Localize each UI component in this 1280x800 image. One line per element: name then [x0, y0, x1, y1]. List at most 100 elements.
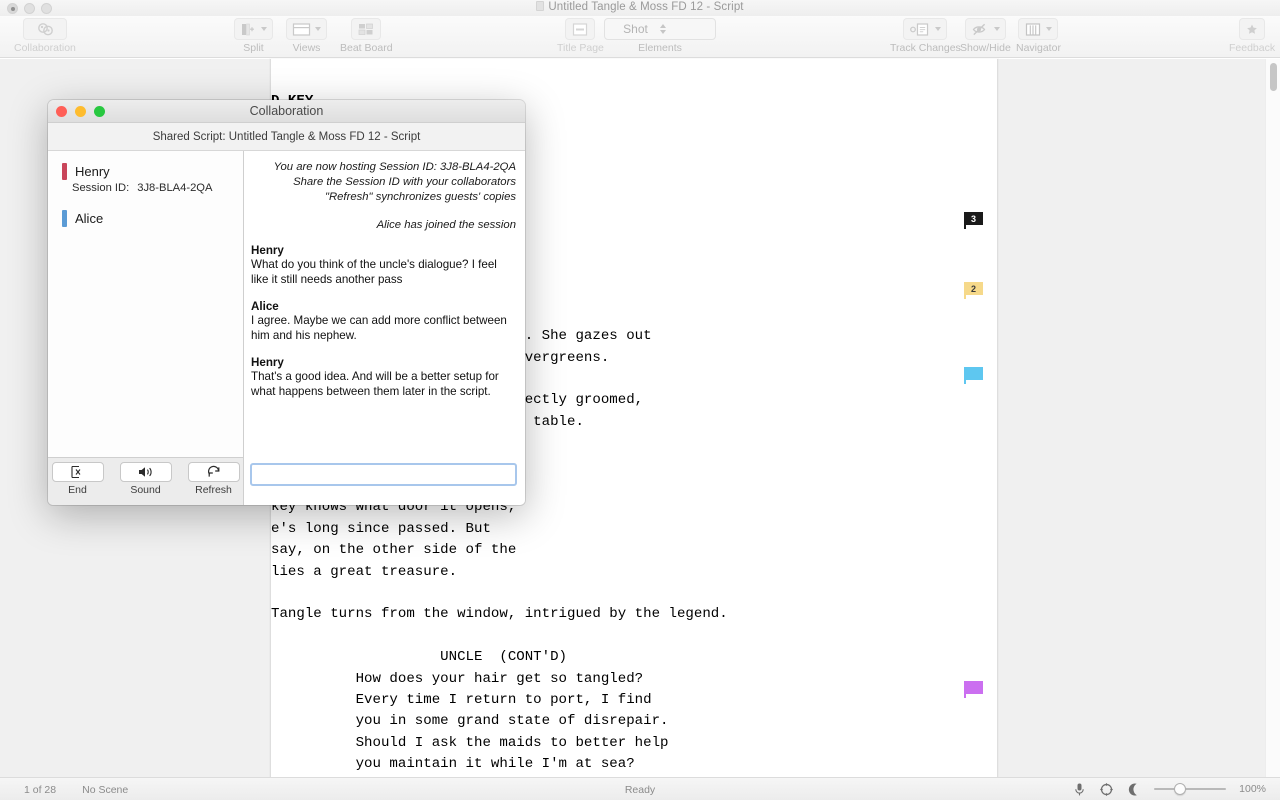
dialog-minimize-button[interactable]	[75, 106, 86, 117]
microphone-icon[interactable]	[1073, 782, 1086, 797]
note-flag-3[interactable]: 3	[964, 212, 983, 225]
show-hide-button[interactable]	[965, 18, 1006, 40]
script-line: Every time I return to port, I find	[271, 690, 999, 711]
elements-value: Shot	[611, 22, 660, 36]
stepper-icon[interactable]	[660, 24, 709, 34]
chat-message: Henry That's a good idea. And will be a …	[251, 356, 516, 399]
toolbar-split[interactable]: Split	[234, 18, 273, 54]
views-label: Views	[293, 42, 321, 54]
note-flag-purple[interactable]	[964, 681, 983, 694]
toolbar-views[interactable]: Views	[286, 18, 327, 54]
navigator-icon	[1024, 22, 1042, 37]
zoom-slider[interactable]	[1154, 781, 1226, 797]
end-session-icon	[70, 465, 85, 479]
session-id-row: Session ID: 3J8-BLA4-2QA	[48, 182, 243, 194]
collaboration-label: Collaboration	[14, 42, 76, 54]
main-toolbar: Collaboration Split Views	[0, 16, 1280, 58]
title-page-label: Title Page	[557, 42, 604, 54]
chevron-down-icon	[261, 27, 267, 31]
participant-host[interactable]: Henry	[48, 163, 243, 180]
note-flag-blue[interactable]	[964, 367, 983, 380]
moon-icon[interactable]	[1127, 782, 1141, 797]
chat-author: Henry	[251, 244, 516, 257]
vertical-scrollbar[interactable]	[1265, 59, 1280, 777]
system-line: "Refresh" synchronizes guests' copies	[251, 190, 516, 205]
sound-button[interactable]: Sound	[117, 462, 175, 505]
refresh-icon	[206, 465, 222, 479]
split-button[interactable]	[234, 18, 273, 40]
beat-board-label: Beat Board	[340, 42, 393, 54]
title-page-button[interactable]	[565, 18, 595, 40]
track-changes-icon	[909, 22, 931, 37]
toolbar-show-hide[interactable]: Show/Hide	[960, 18, 1011, 54]
feedback-label: Feedback	[1229, 42, 1275, 54]
dialog-zoom-button[interactable]	[94, 106, 105, 117]
script-line	[271, 626, 999, 647]
toolbar-title-page[interactable]: Title Page	[557, 18, 604, 54]
zoom-level: 100%	[1239, 783, 1266, 795]
end-session-label: End	[68, 484, 87, 496]
zoom-slider-knob[interactable]	[1174, 783, 1186, 795]
window-titlebar: Untitled Tangle & Moss FD 12 - Script	[0, 0, 1280, 16]
chat-body: What do you think of the uncle's dialogu…	[251, 258, 516, 287]
chat-input-area	[244, 457, 525, 505]
participants-panel: Henry Session ID: 3J8-BLA4-2QA Alice	[48, 151, 244, 457]
views-icon	[292, 22, 311, 37]
session-id-label: Session ID:	[72, 182, 129, 194]
note-flag-2[interactable]: 2	[964, 282, 983, 295]
collaboration-button[interactable]	[23, 18, 67, 40]
script-line: say, on the other side of the	[271, 540, 999, 561]
eye-slash-icon	[971, 22, 990, 37]
feedback-button[interactable]	[1239, 18, 1265, 40]
chat-message: Henry What do you think of the uncle's d…	[251, 244, 516, 287]
toolbar-track-changes[interactable]: Track Changes	[890, 18, 961, 54]
participant-name: Henry	[75, 164, 110, 179]
beat-board-button[interactable]	[351, 18, 381, 40]
collaboration-icon	[35, 21, 55, 37]
chat-transcript[interactable]: You are now hosting Session ID: 3J8-BLA4…	[244, 151, 525, 457]
chat-input[interactable]	[250, 463, 517, 486]
collaboration-dialog[interactable]: Collaboration Shared Script: Untitled Ta…	[48, 100, 525, 505]
chat-message: Alice I agree. Maybe we can add more con…	[251, 300, 516, 343]
toolbar-collaboration[interactable]: Collaboration	[14, 18, 76, 54]
refresh-button[interactable]: Refresh	[185, 462, 243, 505]
focus-target-icon[interactable]	[1099, 782, 1114, 797]
navigator-button[interactable]	[1018, 18, 1058, 40]
session-actions: End Sound	[48, 457, 244, 505]
elements-select[interactable]: Shot	[604, 18, 716, 40]
toolbar-beat-board[interactable]: Beat Board	[340, 18, 393, 54]
window-title-text: Untitled Tangle & Moss FD 12 - Script	[548, 1, 743, 13]
script-line: UNCLE (CONT'D)	[271, 647, 999, 668]
script-line: lies a great treasure.	[271, 562, 999, 583]
refresh-label: Refresh	[195, 484, 232, 496]
chevron-down-icon	[315, 27, 321, 31]
session-id-value: 3J8-BLA4-2QA	[137, 182, 212, 194]
star-icon	[1245, 22, 1259, 37]
views-button[interactable]	[286, 18, 327, 40]
script-line: Tangle turns from the window, intrigued …	[271, 604, 999, 625]
participant-guest[interactable]: Alice	[48, 210, 243, 227]
toolbar-navigator[interactable]: Navigator	[1016, 18, 1061, 54]
join-notice: Alice has joined the session	[251, 219, 516, 231]
split-label: Split	[243, 42, 263, 54]
script-line: How does your hair get so tangled?	[271, 669, 999, 690]
scrollbar-thumb[interactable]	[1270, 63, 1277, 91]
script-line	[271, 583, 999, 604]
elements-label: Elements	[638, 42, 682, 54]
toolbar-feedback[interactable]: Feedback	[1229, 18, 1275, 54]
chat-body: That's a good idea. And will be a better…	[251, 370, 516, 399]
dialog-close-button[interactable]	[56, 106, 67, 117]
speaker-icon	[137, 465, 155, 479]
chevron-down-icon	[994, 27, 1000, 31]
track-changes-button[interactable]	[903, 18, 947, 40]
dialog-title: Collaboration	[48, 100, 525, 123]
window-title: Untitled Tangle & Moss FD 12 - Script	[0, 1, 1280, 13]
chevron-down-icon	[935, 27, 941, 31]
dialog-body: Henry Session ID: 3J8-BLA4-2QA Alice You …	[48, 151, 525, 457]
chevron-down-icon	[1046, 27, 1052, 31]
end-session-button[interactable]: End	[49, 462, 107, 505]
dialog-traffic-lights[interactable]	[56, 106, 105, 117]
chat-body: I agree. Maybe we can add more conflict …	[251, 314, 516, 343]
toolbar-elements[interactable]: Shot Elements	[604, 18, 716, 54]
beat-board-icon	[357, 22, 375, 37]
